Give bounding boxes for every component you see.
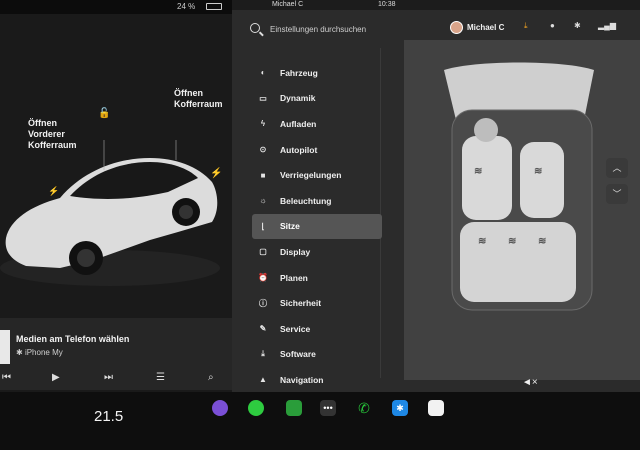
unlock-icon[interactable]: 🔓: [98, 108, 110, 119]
cabin-diagram: [444, 62, 594, 311]
profile-button[interactable]: Michael C: [450, 18, 504, 36]
bell-icon[interactable]: ●: [550, 21, 555, 30]
top-time: 10:38: [378, 1, 396, 8]
next-icon[interactable]: ⏭: [104, 372, 113, 383]
bluetooth-icon[interactable]: ✱: [574, 21, 581, 30]
heat-passenger-icon[interactable]: ≋: [534, 166, 542, 177]
seat-heater-view: ≋ ≋ ≋ ≋ ≋ ︿ ﹀: [404, 40, 640, 380]
heat-driver-icon[interactable]: ≋: [474, 166, 482, 177]
energy-app-icon[interactable]: [286, 400, 302, 416]
menu-item-aufladen[interactable]: ϟ Aufladen: [252, 111, 382, 137]
settings-menu: ◐ Fahrzeug ▭ Dynamik ϟ Aufladen ⊙ Autopilot …: [252, 60, 382, 392]
lock-icon: ■: [260, 170, 266, 180]
mute-icon[interactable]: ◄×: [522, 377, 538, 388]
prev-icon[interactable]: ⏮: [2, 372, 11, 383]
download-icon: ⤓: [261, 349, 265, 359]
seat-icon: ⌊: [261, 221, 265, 231]
equalizer-icon[interactable]: ☰: [156, 372, 165, 383]
navigation-icon: ▲: [259, 375, 267, 385]
temperature-display[interactable]: 21.5: [94, 408, 123, 425]
avatar: [450, 20, 463, 34]
charge-icon[interactable]: ⚡: [210, 168, 222, 179]
menu-item-navigation[interactable]: ▲ Navigation: [252, 367, 382, 392]
charge-port-icon[interactable]: ⚡: [48, 186, 59, 197]
signal-icon: ▂▄▆: [598, 21, 616, 30]
download-icon[interactable]: ⤓: [524, 21, 528, 31]
sun-icon: ☼: [259, 196, 267, 206]
profile-name: Michael C: [467, 22, 505, 32]
menu-item-fahrzeug[interactable]: ◐ Fahrzeug: [252, 60, 382, 86]
search-icon: [250, 23, 260, 33]
menu-item-autopilot[interactable]: ⊙ Autopilot: [252, 137, 382, 163]
search-icon[interactable]: ⌕: [208, 372, 214, 383]
more-apps-icon[interactable]: •••: [320, 400, 336, 416]
media-source: ✱ iPhone My: [16, 348, 63, 357]
info-icon: ⓘ: [259, 298, 267, 308]
top-user-name: Michael C: [272, 1, 304, 8]
menu-item-software[interactable]: ⤓ Software: [252, 342, 382, 368]
open-trunk-label[interactable]: Öffnen Kofferraum: [174, 88, 223, 110]
menu-item-dynamik[interactable]: ▭ Dynamik: [252, 86, 382, 112]
menu-item-sicherheit[interactable]: ⓘ Sicherheit: [252, 290, 382, 316]
display-icon: ▢: [259, 247, 267, 257]
settings-screen: Michael C 10:38 Michael C ⤓ ● ✱ ▂▄▆ ◐Fah…: [232, 0, 640, 392]
calendar-icon[interactable]: [428, 400, 444, 416]
bluetooth-icon[interactable]: ✱: [392, 400, 408, 416]
heat-rear-left-icon[interactable]: ≋: [478, 236, 486, 247]
heat-rear-center-icon[interactable]: ≋: [508, 236, 516, 247]
lightning-icon: ϟ: [260, 119, 266, 129]
menu-item-verriegelungen[interactable]: ■ Verriegelungen: [252, 162, 382, 188]
top-status-strip: Michael C 10:38: [232, 0, 640, 10]
camera-app-icon[interactable]: [212, 400, 228, 416]
album-art: [0, 330, 10, 364]
car-icon: ▭: [259, 93, 267, 103]
battery-percent: 24 %: [177, 2, 196, 11]
toggle-icon: ◐: [260, 68, 266, 78]
chevron-up-icon[interactable]: ︿: [606, 158, 628, 178]
menu-item-display[interactable]: ▢ Display: [252, 239, 382, 265]
menu-item-service[interactable]: ✎ Service: [252, 316, 382, 342]
steering-wheel-icon: ⊙: [259, 145, 267, 155]
chevron-down-icon[interactable]: ﹀: [606, 184, 628, 204]
green-app-icon[interactable]: [248, 400, 264, 416]
phone-icon[interactable]: ✆: [356, 400, 372, 416]
play-icon[interactable]: ▶: [52, 372, 60, 383]
media-title: Medien am Telefon wählen: [16, 334, 130, 344]
heat-rear-right-icon[interactable]: ≋: [538, 236, 546, 247]
battery-icon: [206, 3, 222, 10]
media-player[interactable]: Medien am Telefon wählen ✱ iPhone My ⏮ ▶…: [0, 318, 238, 390]
car-model: [0, 140, 220, 286]
status-bar: 24 %: [0, 0, 232, 14]
wrench-icon: ✎: [259, 324, 267, 334]
settings-search-input[interactable]: [270, 21, 440, 37]
menu-item-sitze[interactable]: ⌊ Sitze: [252, 213, 382, 240]
alarm-icon: ⏰: [258, 273, 268, 283]
menu-item-beleuchtung[interactable]: ☼ Beleuchtung: [252, 188, 382, 214]
menu-item-planen[interactable]: ⏰ Planen: [252, 265, 382, 291]
